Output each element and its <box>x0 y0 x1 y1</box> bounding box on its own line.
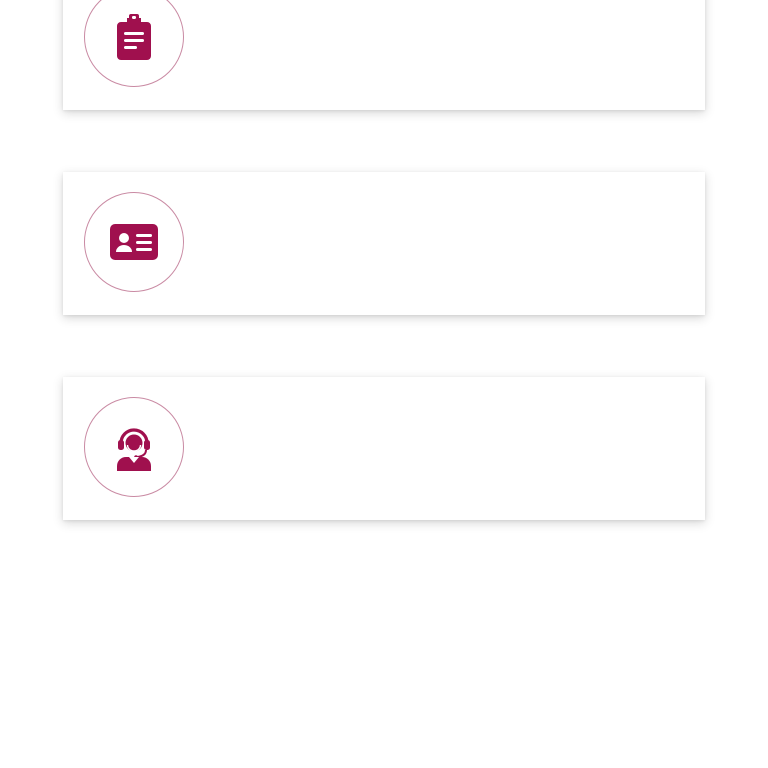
feature-card-clipboard[interactable] <box>63 0 705 110</box>
feature-card-support[interactable] <box>63 377 705 520</box>
feature-card-id[interactable] <box>63 172 705 315</box>
icon-badge <box>84 192 184 292</box>
customer-support-agent-icon <box>117 428 151 471</box>
clipboard-check-icon <box>117 14 151 60</box>
card-body <box>213 192 685 295</box>
icon-badge <box>84 0 184 87</box>
id-card-icon <box>110 224 158 260</box>
page <box>0 0 768 768</box>
icon-badge <box>84 397 184 497</box>
card-body <box>213 397 685 500</box>
card-body <box>213 0 685 90</box>
